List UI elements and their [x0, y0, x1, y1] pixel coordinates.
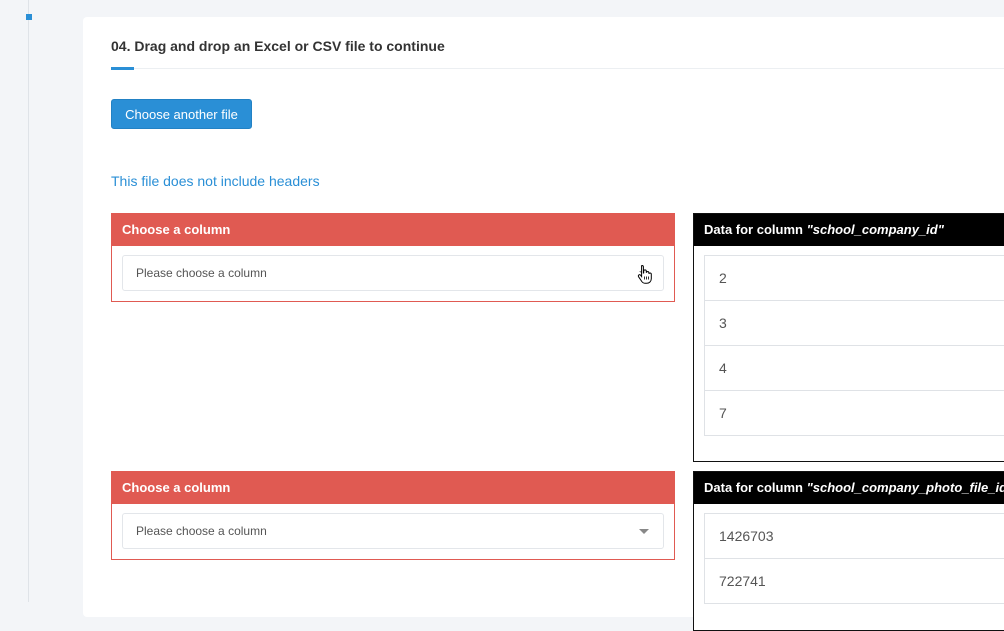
- column-data-list: 2 3 4 7: [704, 255, 1004, 436]
- column-select[interactable]: Please choose a column: [122, 513, 664, 549]
- data-value: 1426703: [705, 514, 1004, 559]
- choose-another-file-button[interactable]: Choose another file: [111, 99, 252, 129]
- data-value: 3: [705, 301, 1004, 346]
- column-chooser-header: Choose a column: [112, 214, 674, 246]
- title-divider: [111, 68, 1004, 69]
- column-chooser-1: Choose a column Please choose a column: [111, 213, 675, 302]
- column-data-list: 1426703 722741: [704, 513, 1004, 604]
- column-chooser-header: Choose a column: [112, 472, 674, 504]
- column-data-header-prefix: Data for column: [704, 222, 807, 237]
- column-select-placeholder: Please choose a column: [136, 524, 267, 538]
- column-data-preview-2: Data for column "school_company_photo_fi…: [693, 471, 1004, 631]
- no-headers-notice: This file does not include headers: [111, 173, 320, 189]
- step-marker: [26, 14, 32, 20]
- data-value: 722741: [719, 573, 766, 589]
- column-data-header-prefix: Data for column: [704, 480, 807, 495]
- column-data-preview-1: Data for column "school_company_id" 2 3 …: [693, 213, 1004, 462]
- step-title: 04. Drag and drop an Excel or CSV file t…: [111, 38, 445, 54]
- column-chooser-2: Choose a column Please choose a column: [111, 471, 675, 560]
- column-data-name: "school_company_photo_file_id": [806, 480, 1004, 495]
- column-select-placeholder: Please choose a column: [136, 266, 267, 280]
- chevron-down-icon[interactable]: [639, 529, 649, 534]
- column-select[interactable]: Please choose a column: [122, 255, 664, 291]
- title-underline: [111, 67, 134, 70]
- step-card: 04. Drag and drop an Excel or CSV file t…: [83, 17, 1004, 631]
- data-value: 2: [705, 256, 1004, 301]
- column-data-header: Data for column "school_company_photo_fi…: [694, 472, 1004, 504]
- data-value: 7: [719, 405, 727, 421]
- data-value: 4: [705, 346, 1004, 391]
- column-data-name: "school_company_id": [806, 222, 944, 237]
- hand-pointer-icon: [637, 264, 652, 284]
- column-data-header: Data for column "school_company_id": [694, 214, 1004, 246]
- left-rail: [28, 0, 29, 602]
